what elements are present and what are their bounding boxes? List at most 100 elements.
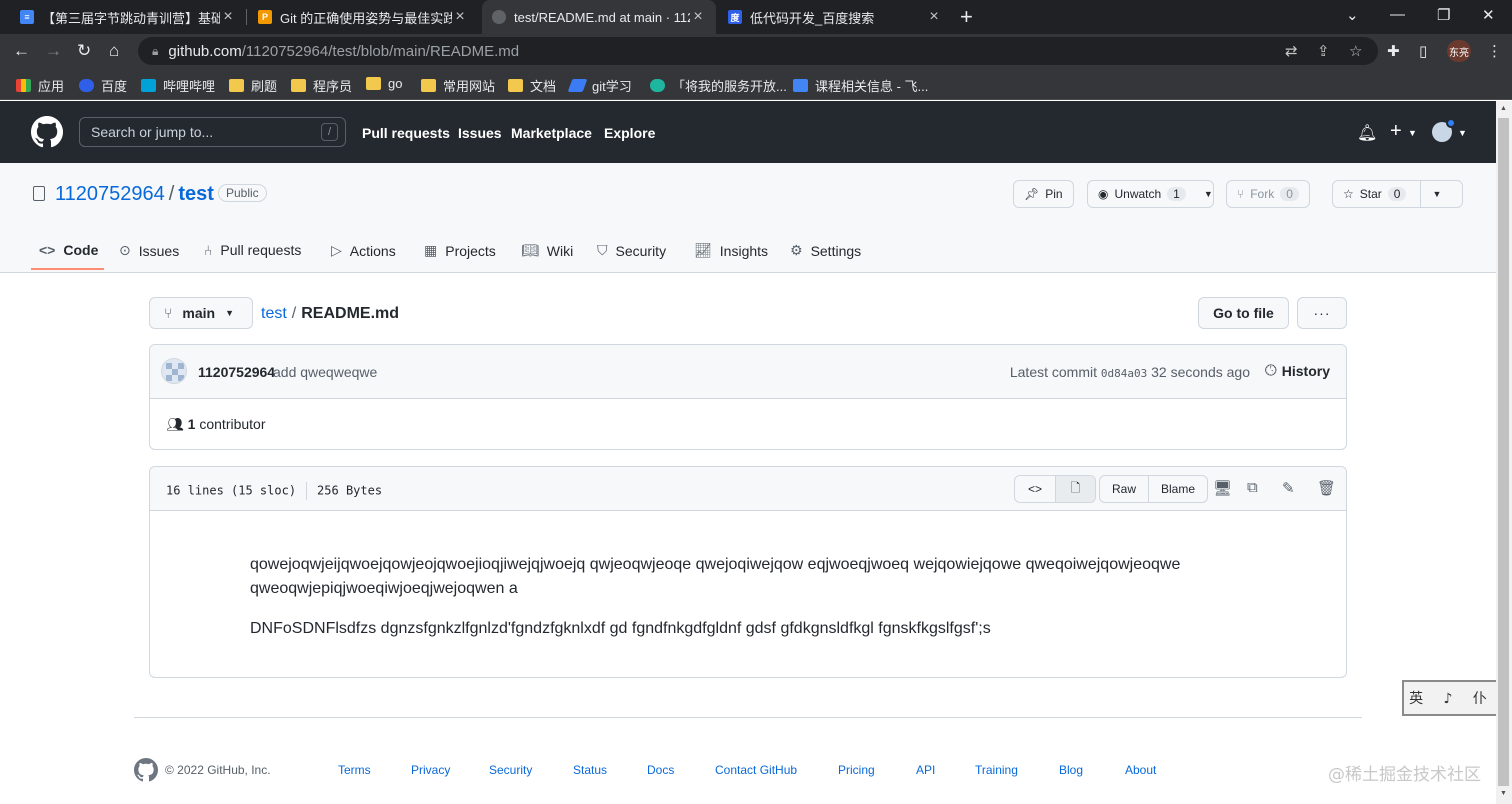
reload-icon[interactable]: ↻ (77, 41, 91, 61)
close-icon[interactable]: × (926, 8, 942, 26)
ime-toolbar[interactable]: 英 ♪ 仆 (1402, 680, 1502, 716)
branch-selector[interactable]: ⑂ main ▼ (149, 297, 253, 329)
bookmark-star-icon[interactable]: ☆ (1349, 42, 1362, 60)
bookmark-bilibili[interactable]: 哔哩哔哩 (141, 76, 215, 95)
blame-button[interactable]: Blame (1148, 476, 1207, 502)
bookmark-folder[interactable]: 程序员 (291, 76, 352, 95)
tab-actions[interactable]: ▷ Actions (331, 242, 396, 259)
star-button[interactable]: ☆ Star 0 ▼ (1332, 180, 1463, 208)
bookmark-folder[interactable]: 文档 (508, 76, 556, 95)
footer-link-about[interactable]: About (1125, 763, 1156, 777)
minimize-icon[interactable]: — (1390, 6, 1405, 23)
chevron-down-icon[interactable]: ▼ (1408, 128, 1417, 138)
footer-link-security[interactable]: Security (489, 763, 532, 777)
footer-link-status[interactable]: Status (573, 763, 607, 777)
footer-link-docs[interactable]: Docs (647, 763, 674, 777)
extensions-icon[interactable]: ✚ (1387, 42, 1400, 60)
back-icon[interactable]: ← (13, 41, 30, 61)
chevron-down-icon[interactable]: ▼ (1420, 181, 1452, 207)
watch-button[interactable]: ◉ Unwatch 1 ▼ (1087, 180, 1214, 208)
repo-owner-link[interactable]: 1120752964 (55, 183, 165, 205)
github-search-input[interactable]: Search or jump to... / (79, 117, 346, 147)
go-to-file-button[interactable]: Go to file (1198, 297, 1289, 329)
tab-search-chevron-icon[interactable]: ⌄ (1346, 6, 1359, 24)
footer-link-terms[interactable]: Terms (338, 763, 371, 777)
browser-tab-2[interactable]: P Git 的正确使用姿势与最佳实践.p × (248, 0, 478, 34)
bookmark-doc[interactable]: 课程相关信息 - 飞... (793, 76, 928, 95)
restore-icon[interactable]: ❐ (1437, 6, 1450, 24)
tab-projects[interactable]: ▦ Projects (424, 242, 496, 259)
commit-message-link[interactable]: add qweqweqwe (273, 364, 377, 380)
tab-label: Issues (138, 242, 180, 259)
github-logo-icon[interactable] (31, 116, 63, 148)
browser-tab-active[interactable]: test/README.md at main · 112 × (482, 0, 716, 34)
chevron-down-icon[interactable]: ▼ (1458, 128, 1467, 138)
browser-tab-1[interactable]: ≡ 【第三届字节跳动青训营】基础 × (10, 0, 246, 34)
pin-button[interactable]: 📌︎ Pin (1013, 180, 1074, 208)
bookmark-apps[interactable]: 应用 (16, 76, 64, 95)
more-options-button[interactable]: ··· (1297, 297, 1347, 329)
notifications-bell-icon[interactable]: 🔔︎ (1357, 123, 1377, 143)
create-new-plus-icon[interactable]: + (1390, 120, 1402, 143)
nav-marketplace[interactable]: Marketplace (511, 125, 592, 141)
bookmark-folder[interactable]: 刷题 (229, 76, 277, 95)
tab-issues[interactable]: ⊙ Issues (119, 242, 179, 259)
new-tab-button[interactable]: + (960, 4, 973, 30)
footer-link-contact[interactable]: Contact GitHub (715, 763, 797, 777)
commit-author-link[interactable]: 1120752964 (198, 364, 275, 380)
translate-icon[interactable]: ⇄ (1285, 42, 1298, 60)
side-panel-icon[interactable]: ▯ (1419, 42, 1427, 60)
tab-wiki[interactable]: 📖︎ Wiki (521, 242, 573, 259)
fork-button[interactable]: ⑂ Fork 0 (1226, 180, 1310, 208)
tab-pull-requests[interactable]: ⑃ Pull requests (204, 242, 301, 258)
profile-avatar[interactable]: 东亮 (1447, 40, 1471, 62)
browser-menu-icon[interactable]: ⋮ (1487, 42, 1502, 60)
repo-name-link[interactable]: test (178, 183, 214, 205)
footer-link-api[interactable]: API (916, 763, 935, 777)
footer-link-privacy[interactable]: Privacy (411, 763, 450, 777)
chevron-down-icon[interactable]: ▼ (1196, 181, 1213, 207)
bookmark-label: go (388, 76, 403, 91)
github-mark-icon[interactable] (134, 758, 158, 782)
bookmark-git[interactable]: git学习 (567, 76, 632, 95)
rendered-view-file-icon[interactable]: 🗋︎ (1055, 476, 1095, 502)
contributors-link[interactable]: 👥︎ 1 contributor (166, 416, 266, 433)
footer-link-training[interactable]: Training (975, 763, 1018, 777)
scroll-down-arrow-icon[interactable]: ▼ (1500, 790, 1507, 797)
address-bar[interactable]: 🔒︎ github.com/1120752964/test/blob/main/… (138, 37, 1378, 65)
bookmark-folder[interactable]: go (366, 76, 402, 91)
trash-icon[interactable]: 🗑︎ (1317, 479, 1336, 497)
scrollbar-thumb[interactable] (1498, 118, 1509, 786)
forward-icon[interactable]: → (45, 41, 62, 61)
author-avatar[interactable] (161, 358, 187, 384)
breadcrumb-repo-link[interactable]: test (261, 305, 287, 322)
browser-tab-4[interactable]: 度 低代码开发_百度搜索 × (718, 0, 952, 34)
close-icon[interactable]: × (220, 8, 236, 26)
tab-code[interactable]: <> Code (39, 242, 98, 258)
bookmark-folder[interactable]: 常用网站 (421, 76, 495, 95)
nav-pull-requests[interactable]: Pull requests (362, 125, 450, 141)
footer-link-pricing[interactable]: Pricing (838, 763, 875, 777)
pencil-edit-icon[interactable]: ✎ (1282, 479, 1295, 497)
commit-sha-link[interactable]: 0d84a03 (1101, 367, 1147, 380)
nav-issues[interactable]: Issues (458, 125, 502, 141)
copy-icon[interactable]: ⧉ (1247, 479, 1258, 496)
tab-settings[interactable]: ⚙ Settings (790, 242, 861, 259)
tab-insights[interactable]: 📈︎ Insights (694, 242, 768, 259)
home-icon[interactable]: ⌂ (109, 41, 119, 61)
desktop-icon[interactable]: 🖥︎ (1213, 479, 1232, 497)
nav-explore[interactable]: Explore (604, 125, 655, 141)
tab-security[interactable]: ⛉ Security (597, 242, 666, 259)
source-view-code-icon[interactable]: <> (1015, 476, 1055, 502)
close-icon[interactable]: × (452, 8, 468, 26)
bookmark-baidu[interactable]: 百度 (79, 76, 127, 95)
footer-link-blog[interactable]: Blog (1059, 763, 1083, 777)
share-icon[interactable]: ⇪ (1317, 42, 1330, 60)
window-close-icon[interactable]: ✕ (1482, 6, 1495, 24)
raw-button[interactable]: Raw (1100, 476, 1148, 502)
scroll-up-arrow-icon[interactable]: ▲ (1500, 105, 1507, 112)
bookmark-lark[interactable]: 「将我的服务开放... (650, 76, 787, 95)
close-icon[interactable]: × (690, 8, 706, 26)
code-icon: <> (39, 242, 56, 258)
history-link[interactable]: 🕓︎ History (1265, 362, 1330, 379)
